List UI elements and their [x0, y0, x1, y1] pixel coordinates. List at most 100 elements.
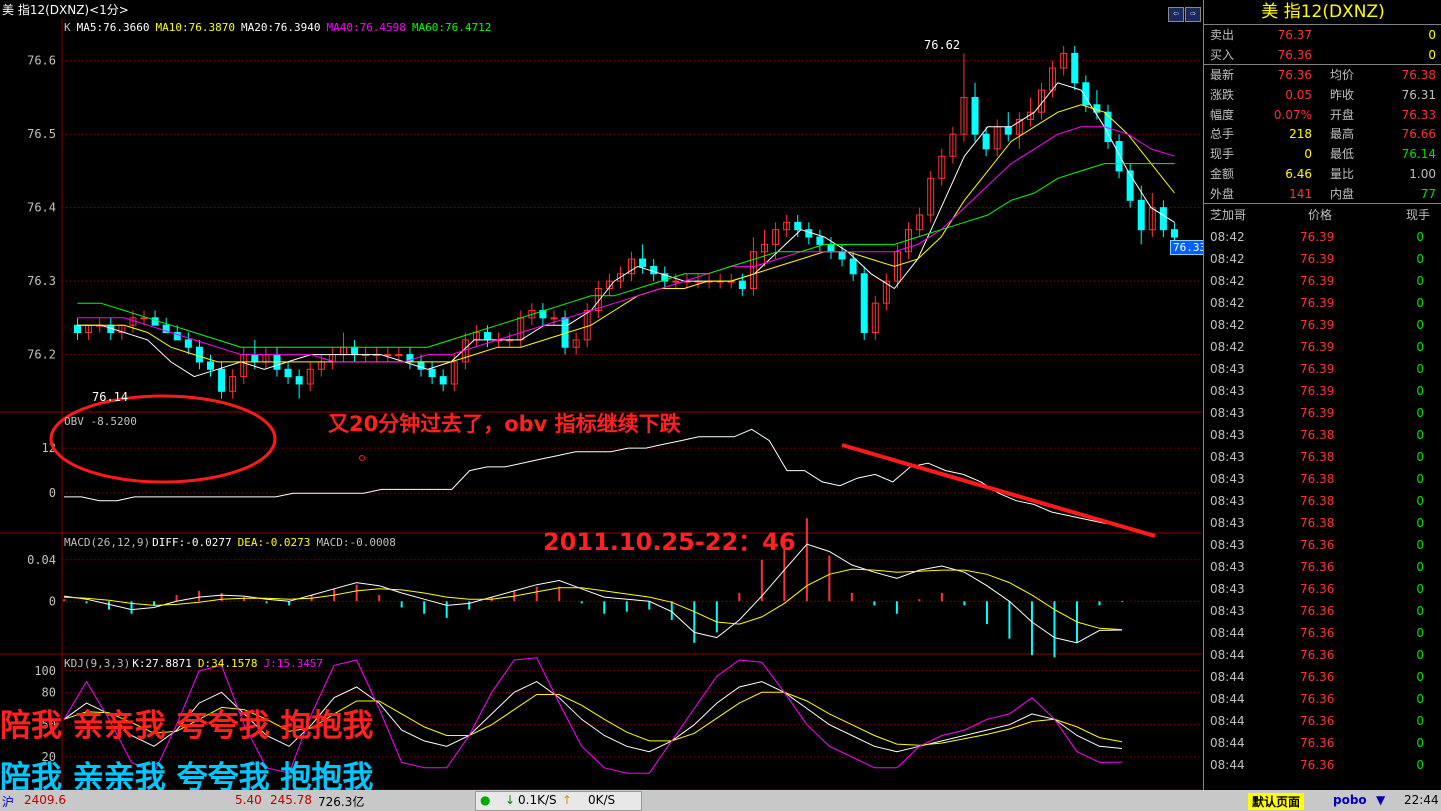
d-value-label: D:34.1578 — [197, 657, 258, 670]
tick-time: 08:42 — [1210, 296, 1245, 311]
ma60-label: MA60:76.4712 — [411, 21, 492, 34]
tick-volume: 0 — [1416, 450, 1424, 465]
y-tick-label: 0 — [49, 594, 56, 608]
y-tick-label: 76.3 — [27, 274, 56, 288]
bid-ask-section: 卖出 76.37 0 买入 76.36 0 — [1204, 25, 1441, 66]
stat-row: 金额 6.46 量比 1.00 — [1204, 164, 1441, 184]
tick-volume: 0 — [1416, 252, 1424, 267]
network-monitor — [475, 791, 642, 811]
ma-legend: K MA5:76.3660 MA10:76.3870 MA20:76.3940 MA40… — [64, 21, 497, 34]
diff-label: DIFF:-0.0277 — [152, 536, 232, 549]
stat-value-2: 76.14 — [1401, 147, 1436, 162]
tick-time: 08:43 — [1210, 604, 1245, 619]
candle-body — [672, 280, 680, 283]
stat-value-2: 76.38 — [1401, 68, 1436, 83]
stat-row: 现手 0 最低 76.14 — [1204, 144, 1441, 164]
y-tick-label: 0.04 — [27, 553, 56, 567]
tick-volume: 0 — [1416, 692, 1424, 707]
signal-icon: ▼ — [1376, 793, 1386, 807]
stat-label: 现手 — [1210, 147, 1235, 162]
candle-body — [151, 317, 159, 326]
net-up: 0K/S — [588, 793, 616, 807]
ma-line-ma40 — [77, 163, 1175, 348]
stat-value: 0.07% — [1273, 107, 1312, 122]
tick-volume: 0 — [1416, 604, 1424, 619]
tick-header-price: 价格 — [1308, 208, 1333, 223]
stat-label-2: 均价 — [1330, 68, 1355, 83]
macd-value-label: MACD:-0.0008 — [316, 536, 396, 549]
tick-price: 76.38 — [1300, 494, 1335, 509]
turnover: 726.3亿 — [318, 795, 365, 809]
ma5-label: MA5:76.3660 — [76, 21, 150, 34]
candle-body — [74, 324, 82, 334]
tick-price: 76.36 — [1300, 604, 1335, 619]
stats-section: 最新 76.36 均价 76.38 涨跌 0.05 昨收 76.31 幅度 0.07% 开盘 76.3… — [1204, 65, 1441, 205]
brand-logo: pobo — [1333, 793, 1367, 807]
candle-body — [1170, 229, 1178, 238]
row-volume: 0 — [1428, 47, 1436, 62]
default-page-button[interactable]: 默认页面 — [1248, 793, 1305, 810]
stat-row: 最新 76.36 均价 76.38 — [1204, 65, 1441, 85]
stat-label: 涨跌 — [1210, 88, 1235, 103]
stat-label: 外盘 — [1210, 186, 1235, 201]
index-change: 5.40 — [235, 793, 262, 807]
index-change-2: 245.78 — [270, 793, 312, 807]
tick-price: 76.39 — [1300, 362, 1335, 377]
tick-volume: 0 — [1416, 340, 1424, 355]
marker-dot — [359, 455, 365, 461]
candle-body — [251, 354, 259, 363]
tick-row: 08:42 76.39 0 — [1204, 292, 1441, 314]
tick-row: 08:44 76.36 0 — [1204, 688, 1441, 710]
tick-price: 76.36 — [1300, 692, 1335, 707]
chart-canvas[interactable]: 76.676.576.476.376.21200.040100805020 — [0, 18, 1202, 790]
stat-value: 0 — [1304, 147, 1312, 162]
tick-price: 76.38 — [1300, 516, 1335, 531]
quote-panel: 美 指12(DXNZ) 卖出 76.37 0 买入 76.36 0 最新 76.36 均价 76… — [1203, 0, 1441, 790]
kdj-name: KDJ(9,3,3) — [64, 657, 131, 670]
quote-title: 美 指12(DXNZ) — [1204, 0, 1441, 25]
tick-time: 08:43 — [1210, 428, 1245, 443]
tick-row: 08:42 76.39 0 — [1204, 226, 1441, 248]
network-icon: ● — [480, 793, 491, 807]
tick-header-time: 芝加哥 — [1210, 208, 1247, 223]
stat-value: 76.36 — [1277, 68, 1312, 83]
tick-price: 76.36 — [1300, 714, 1335, 729]
stat-label-2: 内盘 — [1330, 186, 1355, 201]
tick-time: 08:44 — [1210, 648, 1245, 663]
tick-volume: 0 — [1416, 428, 1424, 443]
stat-label: 总手 — [1210, 127, 1235, 142]
tick-time: 08:44 — [1210, 670, 1245, 685]
tick-price: 76.36 — [1300, 758, 1335, 773]
candle-body — [1004, 126, 1012, 135]
tick-price: 76.39 — [1300, 406, 1335, 421]
stat-value-2: 76.66 — [1401, 127, 1436, 142]
y-tick-label: 100 — [34, 664, 56, 678]
candle-body — [1071, 52, 1079, 84]
j-value-label: J:15.3457 — [263, 657, 324, 670]
stat-label: 幅度 — [1210, 107, 1235, 122]
ma-line-ma5 — [77, 82, 1175, 378]
tick-volume: 0 — [1416, 318, 1424, 333]
index-label: 沪 — [2, 795, 15, 809]
tick-price: 76.36 — [1300, 626, 1335, 641]
tick-header: 芝加哥 价格 现手 — [1204, 204, 1441, 226]
tick-list[interactable]: 08:42 76.39 0 08:42 76.39 0 08:42 76.39 0 08:42 76… — [1204, 226, 1441, 776]
candle-body — [860, 273, 868, 334]
candle-body — [805, 229, 813, 238]
row-price: 76.37 — [1277, 28, 1312, 42]
tick-volume: 0 — [1416, 560, 1424, 575]
y-tick-label: 0 — [49, 486, 56, 500]
ma10-label: MA10:76.3870 — [155, 21, 235, 34]
stat-value: 141 — [1289, 186, 1312, 201]
stat-label-2: 昨收 — [1330, 88, 1355, 103]
y-tick-label: 76.5 — [27, 127, 56, 141]
obv-line — [64, 428, 1123, 526]
tick-price: 76.36 — [1300, 538, 1335, 553]
stat-label-2: 最高 — [1330, 127, 1355, 142]
tick-row: 08:44 76.36 0 — [1204, 622, 1441, 644]
tick-price: 76.39 — [1300, 252, 1335, 267]
tick-row: 08:43 76.39 0 — [1204, 358, 1441, 380]
window-titlebar: 美 指12(DXNZ)<1分> ⇦ ⇨ — [0, 0, 1202, 22]
candle-body — [195, 346, 203, 363]
tick-volume: 0 — [1416, 626, 1424, 641]
